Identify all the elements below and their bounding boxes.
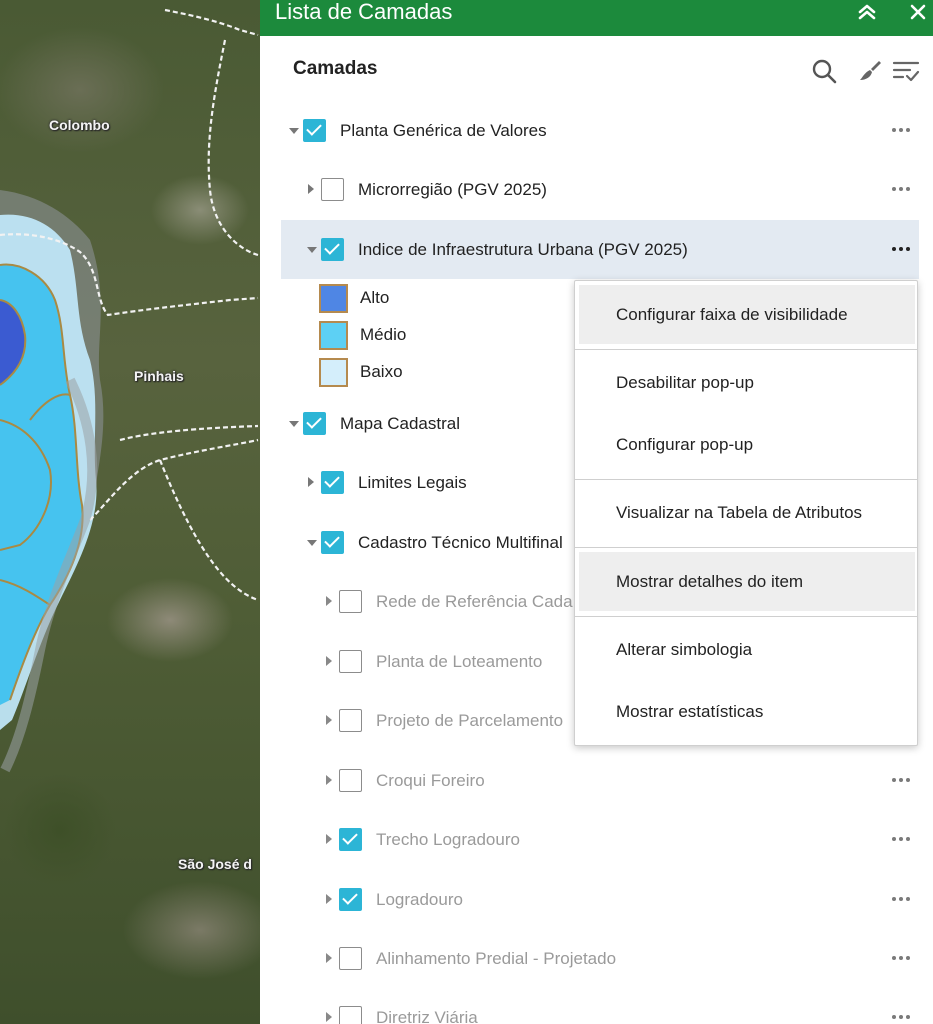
layer-visibility-checkbox[interactable] [339,590,362,613]
layer-visibility-checkbox[interactable] [303,412,326,435]
layer-label: Indice de Infraestrutura Urbana (PGV 202… [358,240,688,259]
layer-row[interactable]: Alinhamento Predial - Projetado [281,929,919,988]
search-icon[interactable] [809,56,839,86]
expand-caret-icon[interactable] [326,953,332,963]
layer-context-menu: Configurar faixa de visibilidade Desabil… [574,280,918,746]
map-label-colombo: Colombo [49,117,110,133]
layer-row[interactable]: Logradouro [281,870,919,929]
layer-visibility-checkbox[interactable] [339,1006,362,1024]
layer-visibility-checkbox[interactable] [321,238,344,261]
expand-caret-icon[interactable] [326,715,332,725]
legend-label: Médio [360,325,407,344]
collapse-caret-icon[interactable] [307,540,317,546]
map-label-pinhais: Pinhais [134,368,184,384]
layer-label: Cadastro Técnico Multifinal [358,533,563,552]
more-options-icon[interactable] [887,177,915,201]
layer-visibility-checkbox[interactable] [339,888,362,911]
expand-caret-icon[interactable] [326,775,332,785]
panel-title: Lista de Camadas [275,0,453,24]
layer-visibility-checkbox[interactable] [339,709,362,732]
legend-label: Baixo [360,362,403,381]
expand-caret-icon[interactable] [326,656,332,666]
menu-item-visibility-range[interactable]: Configurar faixa de visibilidade [579,285,915,344]
layer-visibility-checkbox[interactable] [321,178,344,201]
expand-caret-icon[interactable] [326,834,332,844]
legend-swatch [319,358,348,387]
layer-label: Rede de Referência Cada [376,592,573,611]
close-icon[interactable] [905,0,931,24]
layer-label: Planta de Loteamento [376,652,543,671]
layer-row[interactable]: Trecho Logradouro [281,810,919,869]
layer-label: Mapa Cadastral [340,414,461,433]
layer-row[interactable]: Planta Genérica de Valores [281,101,919,160]
more-options-icon[interactable] [887,237,915,261]
menu-item-configure-popup[interactable]: Configurar pop-up [579,415,915,475]
more-options-icon[interactable] [887,118,915,142]
layer-visibility-checkbox[interactable] [321,471,344,494]
layer-label: Trecho Logradouro [376,830,520,849]
panel-header: Lista de Camadas [260,0,933,36]
layer-row[interactable]: Indice de Infraestrutura Urbana (PGV 202… [281,220,919,279]
collapse-caret-icon[interactable] [289,421,299,427]
layer-visibility-checkbox[interactable] [321,531,344,554]
layer-label: Limites Legais [358,473,467,492]
expand-caret-icon[interactable] [326,894,332,904]
layer-label: Microrregião (PGV 2025) [358,180,547,199]
layer-label: Croqui Foreiro [376,771,485,790]
expand-caret-icon[interactable] [326,1012,332,1022]
more-options-icon[interactable] [887,1005,915,1024]
menu-item-statistics[interactable]: Mostrar estatísticas [579,682,915,742]
legend-label: Alto [360,288,390,307]
menu-divider [575,479,917,480]
layer-label: Planta Genérica de Valores [340,121,547,140]
collapse-caret-icon[interactable] [289,128,299,134]
expand-caret-icon[interactable] [326,596,332,606]
layer-row[interactable]: Croqui Foreiro [281,751,919,810]
menu-divider [575,547,917,548]
layer-label: Alinhamento Predial - Projetado [376,949,617,968]
more-options-icon[interactable] [887,768,915,792]
menu-item-change-symbology[interactable]: Alterar simbologia [579,620,915,680]
menu-divider [575,349,917,350]
legend-swatch [319,284,348,313]
expand-caret-icon[interactable] [308,184,314,194]
menu-divider [575,616,917,617]
more-options-icon[interactable] [887,946,915,970]
layer-row[interactable]: Diretriz Viária [281,988,919,1024]
menu-item-attribute-table[interactable]: Visualizar na Tabela de Atributos [579,483,915,543]
layer-visibility-checkbox[interactable] [339,650,362,673]
layer-label: Projeto de Parcelamento [376,711,564,730]
expand-caret-icon[interactable] [308,477,314,487]
layer-visibility-checkbox[interactable] [339,947,362,970]
map-label-sao-jose: São José d [178,856,252,872]
menu-item-disable-popup[interactable]: Desabilitar pop-up [579,353,915,413]
map-view[interactable]: Colombo Pinhais São José d [0,0,260,1024]
layer-visibility-checkbox[interactable] [339,828,362,851]
layer-visibility-checkbox[interactable] [339,769,362,792]
double-chevron-up-icon[interactable] [854,0,880,24]
layer-row[interactable]: Microrregião (PGV 2025) [281,160,919,219]
more-options-icon[interactable] [887,827,915,851]
layer-label: Diretriz Viária [376,1008,478,1024]
layer-label: Logradouro [376,890,463,909]
collapse-caret-icon[interactable] [307,247,317,253]
legend-swatch [319,321,348,350]
more-options-icon[interactable] [887,887,915,911]
menu-item-item-details[interactable]: Mostrar detalhes do item [579,552,915,611]
paintbrush-icon[interactable] [855,56,885,86]
filter-list-icon[interactable] [891,56,921,86]
layer-visibility-checkbox[interactable] [303,119,326,142]
layers-heading: Camadas [293,58,378,79]
